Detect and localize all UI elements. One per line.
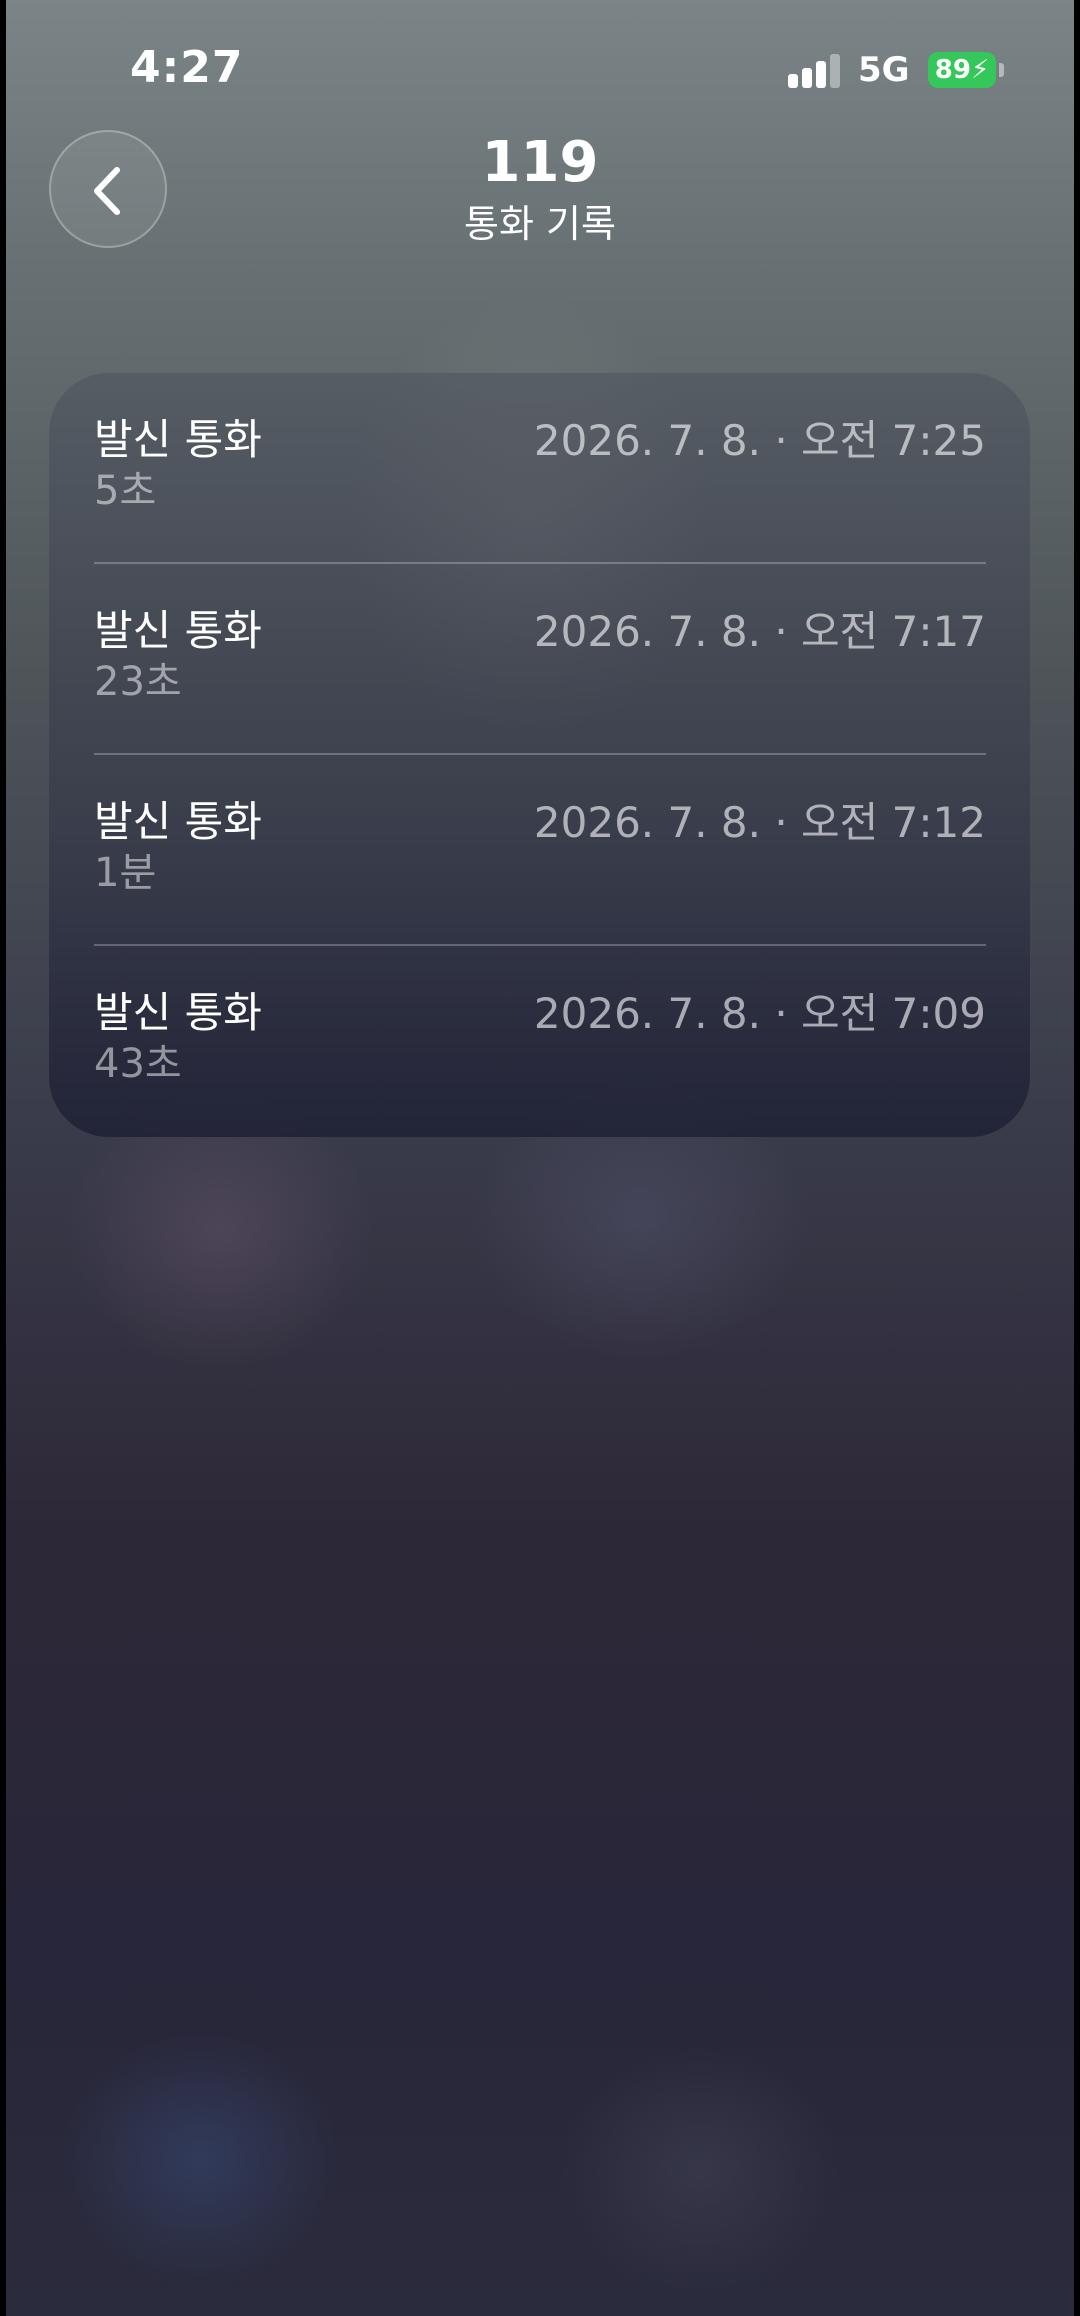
call-log-row[interactable]: 발신 통화 5초 2026. 7. 8. · 오전 7:25 [49, 373, 1030, 564]
charging-bolt-icon: ⚡ [970, 55, 990, 85]
call-type: 발신 통화 [94, 988, 262, 1037]
screen-edge-right [1074, 0, 1080, 2316]
call-log-row[interactable]: 발신 통화 1분 2026. 7. 8. · 오전 7:12 [49, 755, 1030, 946]
call-datetime: 2026. 7. 8. · 오전 7:12 [533, 798, 986, 847]
call-log-row[interactable]: 발신 통화 23초 2026. 7. 8. · 오전 7:17 [49, 564, 1030, 755]
call-type: 발신 통화 [94, 797, 262, 846]
call-duration: 43초 [94, 1041, 182, 1087]
battery-tip [999, 63, 1004, 77]
call-duration: 23초 [94, 659, 182, 705]
call-log-card: 발신 통화 5초 2026. 7. 8. · 오전 7:25 발신 통화 23초… [49, 373, 1030, 1137]
page-subtitle: 통화 기록 [464, 202, 616, 246]
call-type: 발신 통화 [94, 606, 262, 655]
network-type: 5G [858, 50, 910, 90]
call-log-row[interactable]: 발신 통화 43초 2026. 7. 8. · 오전 7:09 [49, 946, 1030, 1137]
status-time: 4:27 [130, 42, 244, 93]
page-title: 119 [481, 130, 599, 195]
battery-level: 89 [934, 55, 971, 85]
call-duration: 5초 [94, 468, 157, 514]
call-datetime: 2026. 7. 8. · 오전 7:25 [533, 416, 986, 465]
call-datetime: 2026. 7. 8. · 오전 7:17 [533, 607, 986, 656]
call-duration: 1분 [94, 850, 157, 896]
call-type: 발신 통화 [94, 415, 262, 464]
call-datetime: 2026. 7. 8. · 오전 7:09 [533, 989, 986, 1038]
cellular-signal-icon [788, 54, 842, 88]
screen-edge-left [0, 0, 6, 2316]
battery-icon: 89⚡ [928, 52, 996, 88]
